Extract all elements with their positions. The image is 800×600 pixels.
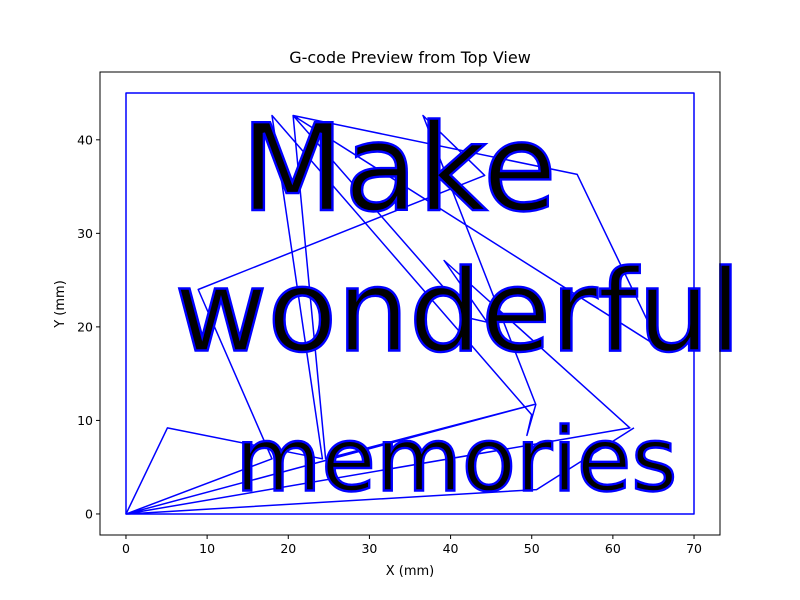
y-tick-label: 30 bbox=[77, 226, 93, 241]
x-tick-label: 60 bbox=[605, 541, 621, 556]
plot-area: Makewonderful memories bbox=[125, 92, 742, 515]
y-tick-label: 10 bbox=[77, 413, 93, 428]
y-tick-label: 20 bbox=[77, 319, 93, 334]
x-tick-label: 50 bbox=[524, 541, 540, 556]
chart-title: G-code Preview from Top View bbox=[289, 48, 531, 67]
y-tick-label: 0 bbox=[85, 506, 93, 521]
x-tick-label: 0 bbox=[122, 541, 130, 556]
engraved-word-3: memories bbox=[235, 409, 677, 512]
gcode-preview-chart: Makewonderful memories 0 10 20 30 40 50 60 70 0 1… bbox=[53, 48, 742, 579]
x-axis: 0 10 20 30 40 50 60 70 bbox=[122, 535, 702, 556]
x-tick-label: 20 bbox=[280, 541, 296, 556]
engraved-word-2: wonderful bbox=[175, 245, 742, 377]
x-tick-label: 40 bbox=[443, 541, 459, 556]
y-tick-label: 40 bbox=[77, 132, 93, 147]
y-axis: 0 10 20 30 40 bbox=[77, 132, 100, 521]
x-axis-label: X (mm) bbox=[386, 564, 435, 579]
x-tick-label: 10 bbox=[199, 541, 215, 556]
x-tick-label: 70 bbox=[686, 541, 702, 556]
engraved-word-1: Make bbox=[241, 100, 557, 239]
x-tick-label: 30 bbox=[361, 541, 377, 556]
y-axis-label: Y (mm) bbox=[53, 280, 68, 329]
